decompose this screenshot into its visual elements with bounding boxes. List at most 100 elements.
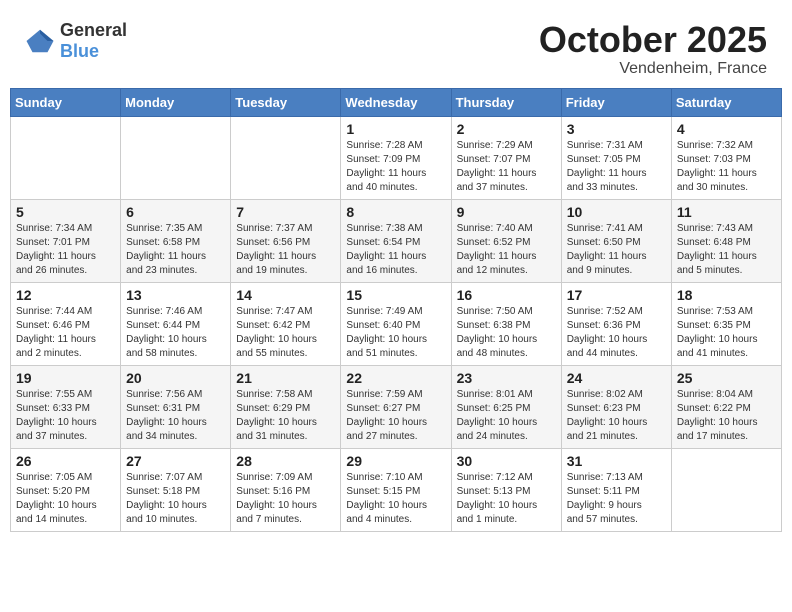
- month-title: October 2025: [539, 20, 767, 60]
- calendar-cell: 4 Sunrise: 7:32 AM Sunset: 7:03 PM Daylig…: [671, 116, 781, 199]
- day-info: Sunrise: 8:02 AM Sunset: 6:23 PM Dayligh…: [567, 388, 666, 444]
- logo-icon: [25, 26, 55, 56]
- calendar-cell: 28Sunrise: 7:09 AM Sunset: 5:16 PM Dayli…: [231, 448, 341, 531]
- day-info: Sunrise: 7:34 AM Sunset: 7:01 PM Dayligh…: [16, 222, 115, 278]
- calendar-cell: 5 Sunrise: 7:34 AM Sunset: 7:01 PM Daylig…: [11, 199, 121, 282]
- day-number: 4: [677, 121, 776, 137]
- day-info: Sunrise: 7:10 AM Sunset: 5:15 PM Dayligh…: [346, 471, 445, 527]
- calendar-cell: 18 Sunrise: 7:53 AM Sunset: 6:35 PM Dayli…: [671, 282, 781, 365]
- day-number: 20: [126, 370, 225, 386]
- calendar-cell: 21 Sunrise: 7:58 AM Sunset: 6:29 PM Dayli…: [231, 365, 341, 448]
- day-number: 5: [16, 204, 115, 220]
- day-number: 3: [567, 121, 666, 137]
- calendar-cell: [11, 116, 121, 199]
- calendar-cell: 25 Sunrise: 8:04 AM Sunset: 6:22 PM Dayli…: [671, 365, 781, 448]
- day-info: Sunrise: 8:04 AM Sunset: 6:22 PM Dayligh…: [677, 388, 776, 444]
- day-number: 26: [16, 453, 115, 469]
- day-number: 27: [126, 453, 225, 469]
- calendar-cell: [231, 116, 341, 199]
- day-number: 31: [567, 453, 666, 469]
- day-info: Sunrise: 7:47 AM Sunset: 6:42 PM Dayligh…: [236, 305, 335, 361]
- day-number: 6: [126, 204, 225, 220]
- day-number: 24: [567, 370, 666, 386]
- weekday-header: Thursday: [451, 88, 561, 116]
- day-number: 18: [677, 287, 776, 303]
- calendar-cell: 11Sunrise: 7:43 AM Sunset: 6:48 PM Dayli…: [671, 199, 781, 282]
- day-info: Sunrise: 7:05 AM Sunset: 5:20 PM Dayligh…: [16, 471, 115, 527]
- day-info: Sunrise: 7:43 AM Sunset: 6:48 PM Dayligh…: [677, 222, 776, 278]
- calendar-cell: 13 Sunrise: 7:46 AM Sunset: 6:44 PM Dayli…: [121, 282, 231, 365]
- weekday-header: Monday: [121, 88, 231, 116]
- day-info: Sunrise: 7:58 AM Sunset: 6:29 PM Dayligh…: [236, 388, 335, 444]
- calendar-cell: 15Sunrise: 7:49 AM Sunset: 6:40 PM Dayli…: [341, 282, 451, 365]
- calendar-cell: 16 Sunrise: 7:50 AM Sunset: 6:38 PM Dayli…: [451, 282, 561, 365]
- day-number: 21: [236, 370, 335, 386]
- day-info: Sunrise: 7:29 AM Sunset: 7:07 PM Dayligh…: [457, 139, 556, 195]
- day-number: 30: [457, 453, 556, 469]
- day-info: Sunrise: 7:46 AM Sunset: 6:44 PM Dayligh…: [126, 305, 225, 361]
- day-info: Sunrise: 7:56 AM Sunset: 6:31 PM Dayligh…: [126, 388, 225, 444]
- day-number: 9: [457, 204, 556, 220]
- calendar-week-row: 5 Sunrise: 7:34 AM Sunset: 7:01 PM Daylig…: [11, 199, 782, 282]
- day-number: 7: [236, 204, 335, 220]
- calendar-cell: 27 Sunrise: 7:07 AM Sunset: 5:18 PM Dayli…: [121, 448, 231, 531]
- weekday-header-row: SundayMondayTuesdayWednesdayThursdayFrid…: [11, 88, 782, 116]
- weekday-header: Sunday: [11, 88, 121, 116]
- day-info: Sunrise: 7:53 AM Sunset: 6:35 PM Dayligh…: [677, 305, 776, 361]
- day-info: Sunrise: 7:37 AM Sunset: 6:56 PM Dayligh…: [236, 222, 335, 278]
- calendar-cell: 12Sunrise: 7:44 AM Sunset: 6:46 PM Dayli…: [11, 282, 121, 365]
- day-number: 8: [346, 204, 445, 220]
- day-number: 1: [346, 121, 445, 137]
- calendar-cell: 23Sunrise: 8:01 AM Sunset: 6:25 PM Dayli…: [451, 365, 561, 448]
- calendar-cell: 20 Sunrise: 7:56 AM Sunset: 6:31 PM Dayli…: [121, 365, 231, 448]
- day-number: 14: [236, 287, 335, 303]
- day-info: Sunrise: 7:28 AM Sunset: 7:09 PM Dayligh…: [346, 139, 445, 195]
- calendar-cell: 8 Sunrise: 7:38 AM Sunset: 6:54 PM Daylig…: [341, 199, 451, 282]
- calendar-cell: [671, 448, 781, 531]
- day-info: Sunrise: 7:55 AM Sunset: 6:33 PM Dayligh…: [16, 388, 115, 444]
- logo: General Blue: [25, 20, 127, 62]
- calendar-cell: 29 Sunrise: 7:10 AM Sunset: 5:15 PM Dayli…: [341, 448, 451, 531]
- calendar-cell: 22Sunrise: 7:59 AM Sunset: 6:27 PM Dayli…: [341, 365, 451, 448]
- day-number: 16: [457, 287, 556, 303]
- day-number: 23: [457, 370, 556, 386]
- calendar-cell: 9 Sunrise: 7:40 AM Sunset: 6:52 PM Daylig…: [451, 199, 561, 282]
- day-number: 13: [126, 287, 225, 303]
- calendar-cell: 10 Sunrise: 7:41 AM Sunset: 6:50 PM Dayli…: [561, 199, 671, 282]
- calendar-cell: [121, 116, 231, 199]
- calendar-cell: 30Sunrise: 7:12 AM Sunset: 5:13 PM Dayli…: [451, 448, 561, 531]
- calendar-cell: 17 Sunrise: 7:52 AM Sunset: 6:36 PM Dayli…: [561, 282, 671, 365]
- day-number: 15: [346, 287, 445, 303]
- calendar-week-row: 26 Sunrise: 7:05 AM Sunset: 5:20 PM Dayli…: [11, 448, 782, 531]
- day-number: 19: [16, 370, 115, 386]
- calendar-cell: 24 Sunrise: 8:02 AM Sunset: 6:23 PM Dayli…: [561, 365, 671, 448]
- calendar-week-row: 1 Sunrise: 7:28 AM Sunset: 7:09 PM Daylig…: [11, 116, 782, 199]
- day-number: 10: [567, 204, 666, 220]
- location-title: Vendenheim, France: [539, 60, 767, 78]
- calendar-cell: 2 Sunrise: 7:29 AM Sunset: 7:07 PM Daylig…: [451, 116, 561, 199]
- calendar-cell: 19 Sunrise: 7:55 AM Sunset: 6:33 PM Dayli…: [11, 365, 121, 448]
- calendar-cell: 3Sunrise: 7:31 AM Sunset: 7:05 PM Daylig…: [561, 116, 671, 199]
- day-info: Sunrise: 7:09 AM Sunset: 5:16 PM Dayligh…: [236, 471, 335, 527]
- day-info: Sunrise: 7:32 AM Sunset: 7:03 PM Dayligh…: [677, 139, 776, 195]
- day-number: 25: [677, 370, 776, 386]
- day-number: 12: [16, 287, 115, 303]
- day-info: Sunrise: 7:41 AM Sunset: 6:50 PM Dayligh…: [567, 222, 666, 278]
- calendar-week-row: 12Sunrise: 7:44 AM Sunset: 6:46 PM Dayli…: [11, 282, 782, 365]
- logo-general: General: [60, 20, 127, 40]
- day-number: 17: [567, 287, 666, 303]
- day-info: Sunrise: 7:50 AM Sunset: 6:38 PM Dayligh…: [457, 305, 556, 361]
- day-info: Sunrise: 7:59 AM Sunset: 6:27 PM Dayligh…: [346, 388, 445, 444]
- day-info: Sunrise: 7:40 AM Sunset: 6:52 PM Dayligh…: [457, 222, 556, 278]
- day-info: Sunrise: 7:07 AM Sunset: 5:18 PM Dayligh…: [126, 471, 225, 527]
- day-info: Sunrise: 7:38 AM Sunset: 6:54 PM Dayligh…: [346, 222, 445, 278]
- calendar-cell: 1 Sunrise: 7:28 AM Sunset: 7:09 PM Daylig…: [341, 116, 451, 199]
- day-number: 29: [346, 453, 445, 469]
- calendar-table: SundayMondayTuesdayWednesdayThursdayFrid…: [10, 88, 782, 532]
- calendar-cell: 6Sunrise: 7:35 AM Sunset: 6:58 PM Daylig…: [121, 199, 231, 282]
- weekday-header: Tuesday: [231, 88, 341, 116]
- weekday-header: Wednesday: [341, 88, 451, 116]
- day-number: 2: [457, 121, 556, 137]
- calendar-cell: 26 Sunrise: 7:05 AM Sunset: 5:20 PM Dayli…: [11, 448, 121, 531]
- day-info: Sunrise: 7:52 AM Sunset: 6:36 PM Dayligh…: [567, 305, 666, 361]
